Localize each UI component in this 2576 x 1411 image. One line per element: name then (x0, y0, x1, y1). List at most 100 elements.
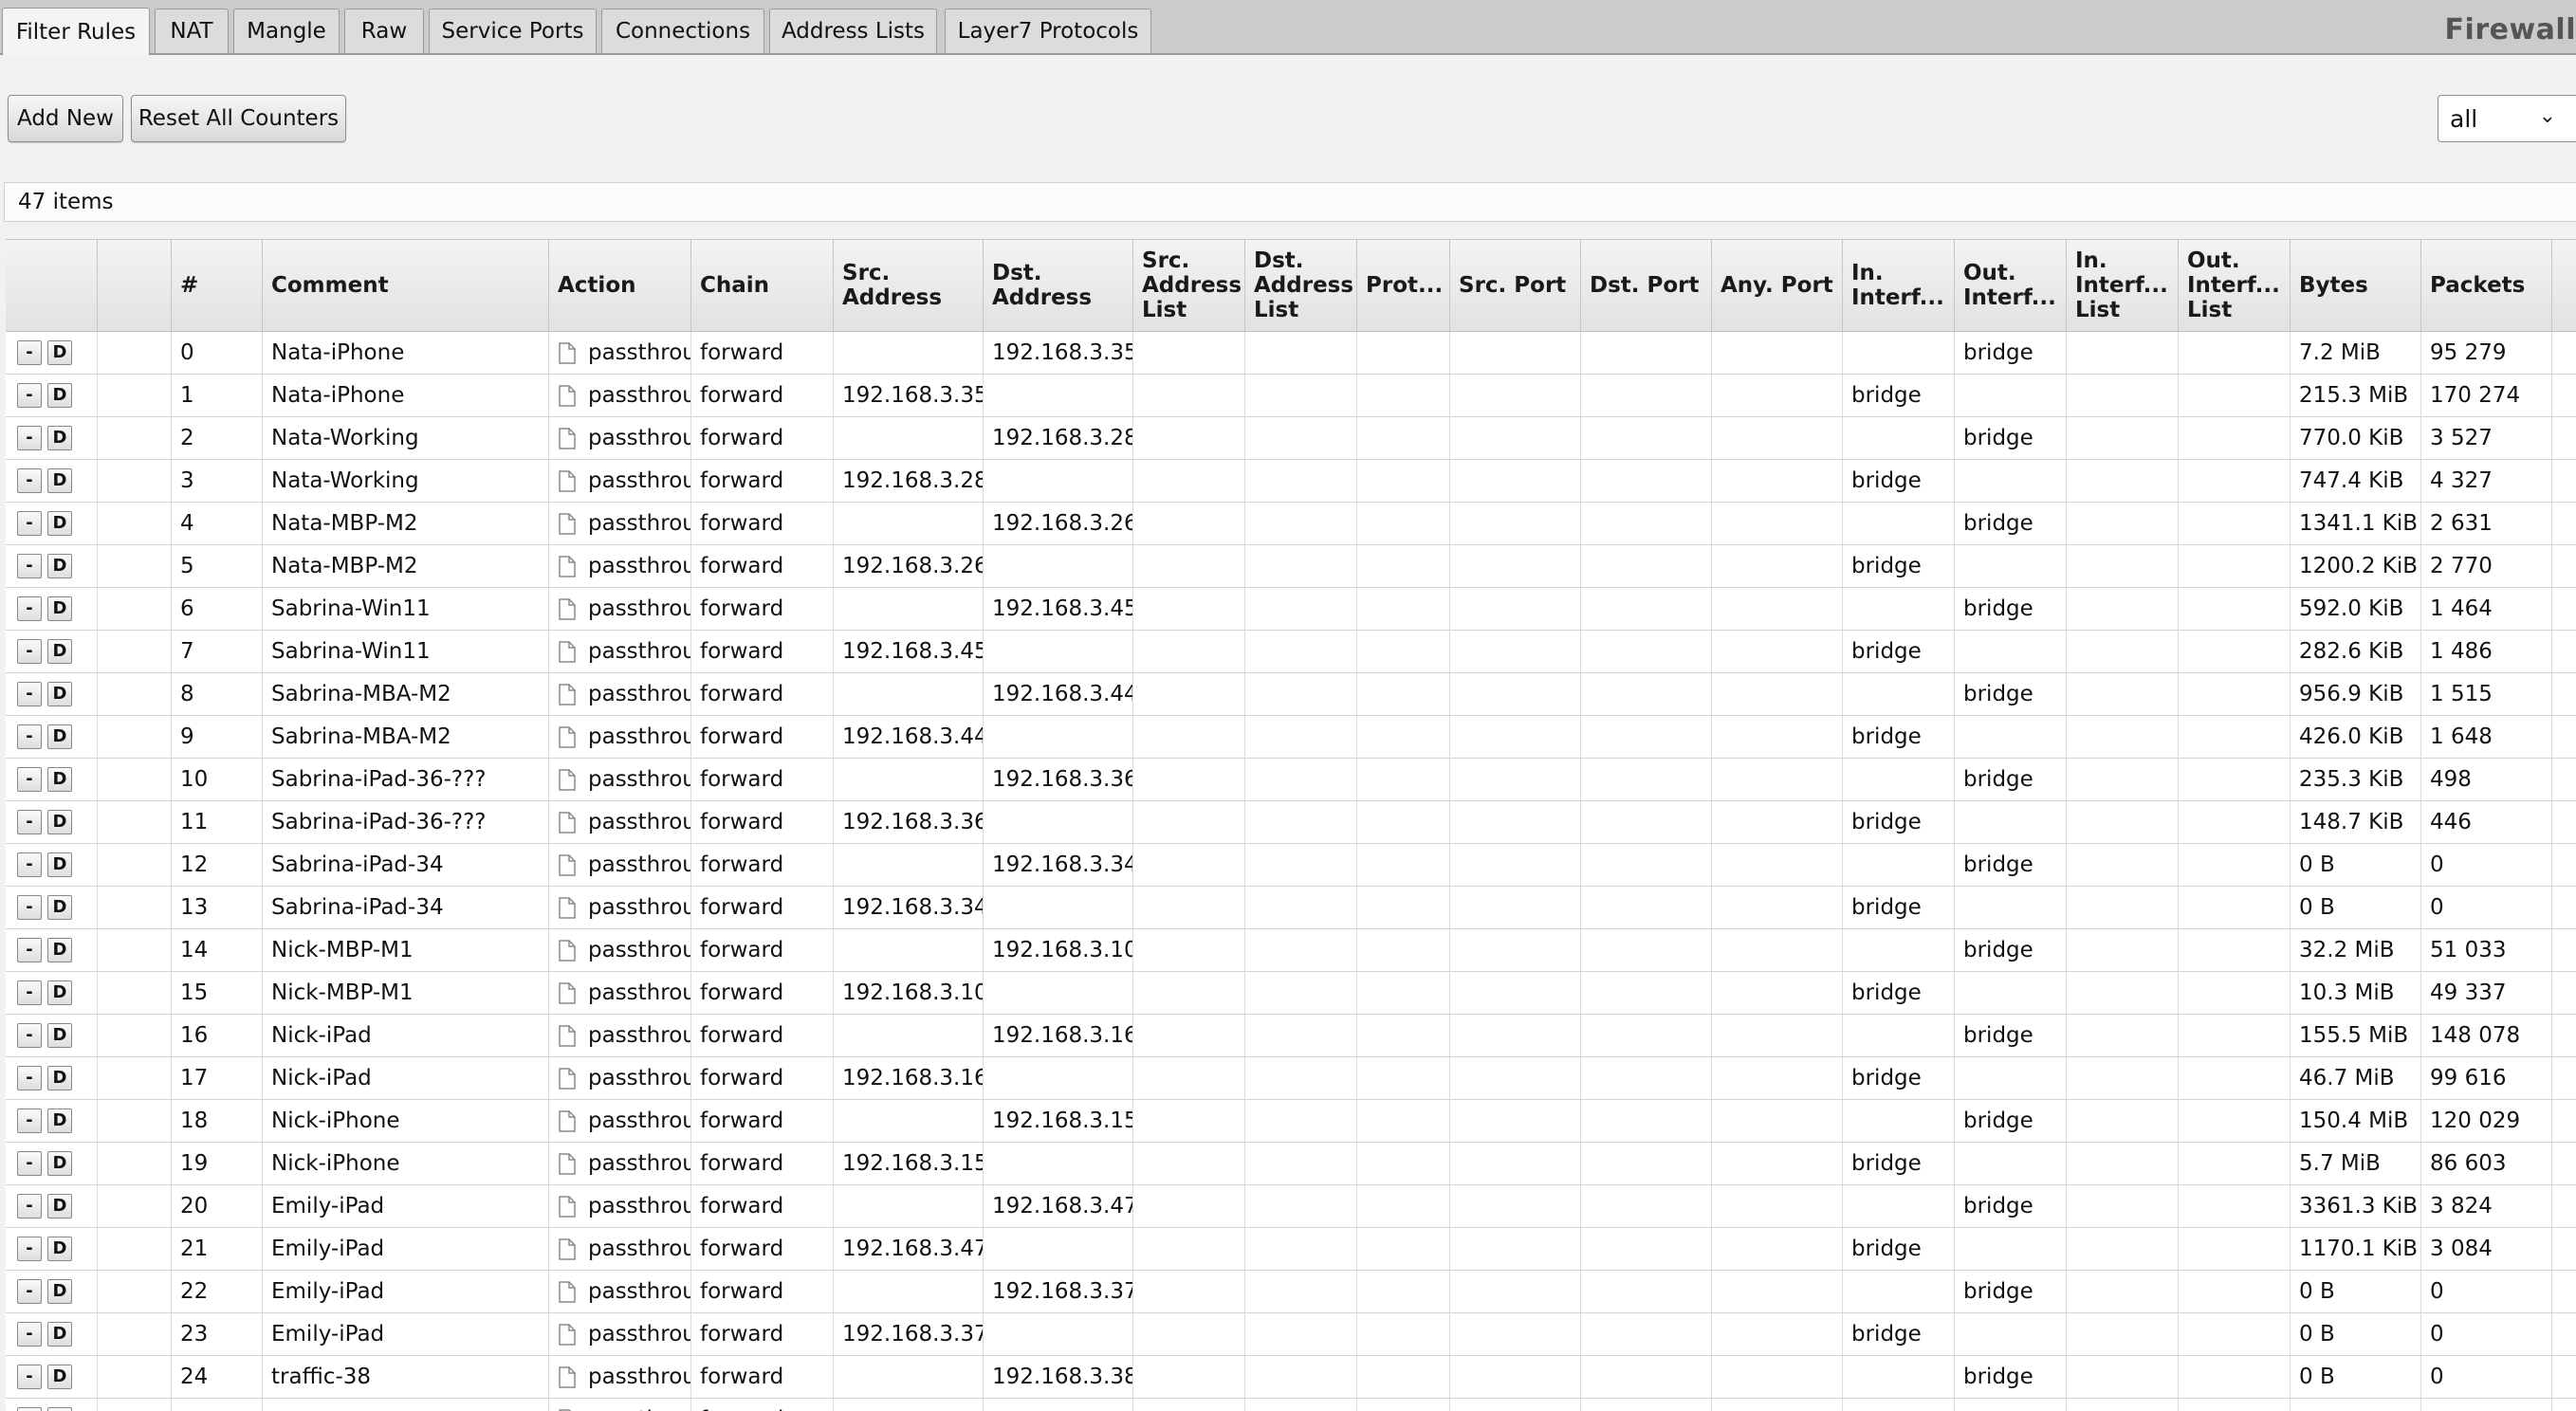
table-row[interactable]: -D 18Nick-iPhone passthroughforward 192.168… (6, 1100, 2576, 1143)
table-row[interactable]: -Dpassthroughforward (6, 1399, 2576, 1411)
add-new-button[interactable]: Add New (8, 95, 123, 142)
disable-rule-button[interactable]: D (47, 767, 72, 792)
column-header-in-interface-list[interactable]: In. Interf... List (2067, 240, 2179, 331)
remove-rule-button[interactable]: - (17, 596, 42, 621)
table-row[interactable]: -D 3Nata-Working passthroughforward192.168… (6, 460, 2576, 503)
remove-rule-button[interactable]: - (17, 1109, 42, 1133)
remove-rule-button[interactable]: - (17, 426, 42, 450)
filter-select[interactable]: all ⌄ (2438, 95, 2576, 142)
disable-rule-button[interactable]: D (47, 1407, 72, 1411)
reset-all-counters-button[interactable]: Reset All Counters (131, 95, 346, 142)
remove-rule-button[interactable]: - (17, 554, 42, 578)
remove-rule-button[interactable]: - (17, 639, 42, 664)
column-header-protocol[interactable]: Prot... (1357, 240, 1450, 331)
remove-rule-button[interactable]: - (17, 511, 42, 536)
tab-address-lists[interactable]: Address Lists (769, 9, 937, 53)
disable-rule-button[interactable]: D (47, 596, 72, 621)
disable-rule-button[interactable]: D (47, 426, 72, 450)
column-header-number[interactable]: # (172, 240, 263, 331)
remove-rule-button[interactable]: - (17, 1237, 42, 1261)
remove-rule-button[interactable]: - (17, 724, 42, 749)
column-header-packets[interactable]: Packets (2421, 240, 2552, 331)
table-row[interactable]: -D 7Sabrina-Win11 passthroughforward192.16… (6, 631, 2576, 673)
column-header-dst-address-list[interactable]: Dst. Address List (1245, 240, 1357, 331)
remove-rule-button[interactable]: - (17, 1023, 42, 1048)
remove-rule-button[interactable]: - (17, 1322, 42, 1347)
column-header-src-address[interactable]: Src. Address (834, 240, 984, 331)
disable-rule-button[interactable]: D (47, 980, 72, 1005)
remove-rule-button[interactable]: - (17, 383, 42, 408)
disable-rule-button[interactable]: D (47, 1194, 72, 1219)
remove-rule-button[interactable]: - (17, 468, 42, 493)
disable-rule-button[interactable]: D (47, 1023, 72, 1048)
column-header-bytes[interactable]: Bytes (2291, 240, 2421, 331)
disable-rule-button[interactable]: D (47, 1151, 72, 1176)
remove-rule-button[interactable]: - (17, 938, 42, 962)
table-row[interactable]: -D 15Nick-MBP-M1 passthroughforward192.168… (6, 972, 2576, 1015)
tab-raw[interactable]: Raw (344, 9, 424, 53)
disable-rule-button[interactable]: D (47, 511, 72, 536)
tab-layer7-protocols[interactable]: Layer7 Protocols (945, 9, 1151, 53)
disable-rule-button[interactable]: D (47, 895, 72, 920)
table-row[interactable]: -D 12Sabrina-iPad-34 passthroughforward 192… (6, 844, 2576, 887)
table-row[interactable]: -D 4Nata-MBP-M2 passthroughforward 192.168.… (6, 503, 2576, 545)
disable-rule-button[interactable]: D (47, 810, 72, 834)
remove-rule-button[interactable]: - (17, 682, 42, 706)
remove-rule-button[interactable]: - (17, 895, 42, 920)
table-row[interactable]: -D 9Sabrina-MBA-M2 passthroughforward192.1… (6, 716, 2576, 759)
disable-rule-button[interactable]: D (47, 1109, 72, 1133)
table-row[interactable]: -D 16Nick-iPad passthroughforward 192.168.3… (6, 1015, 2576, 1057)
table-row[interactable]: -D 17Nick-iPad passthroughforward192.168.3… (6, 1057, 2576, 1100)
column-header-dst-port[interactable]: Dst. Port (1581, 240, 1712, 331)
remove-rule-button[interactable]: - (17, 1066, 42, 1090)
table-row[interactable]: -D 0Nata-iPhone passthroughforward 192.168.… (6, 332, 2576, 375)
remove-rule-button[interactable]: - (17, 1194, 42, 1219)
column-header-src-port[interactable]: Src. Port (1450, 240, 1581, 331)
column-header-dst-address[interactable]: Dst. Address (984, 240, 1133, 331)
disable-rule-button[interactable]: D (47, 383, 72, 408)
disable-rule-button[interactable]: D (47, 1066, 72, 1090)
table-row[interactable]: -D 23Emily-iPad passthroughforward192.168.… (6, 1313, 2576, 1356)
remove-rule-button[interactable]: - (17, 767, 42, 792)
column-header-chain[interactable]: Chain (691, 240, 834, 331)
column-header-src-address-list[interactable]: Src. Address List (1133, 240, 1245, 331)
tab-nat[interactable]: NAT (155, 9, 229, 53)
remove-rule-button[interactable]: - (17, 1151, 42, 1176)
remove-rule-button[interactable]: - (17, 340, 42, 365)
column-header-out-interface[interactable]: Out. Interf... (1955, 240, 2067, 331)
remove-rule-button[interactable]: - (17, 810, 42, 834)
table-row[interactable]: -D 22Emily-iPad passthroughforward 192.168.… (6, 1271, 2576, 1313)
tab-filter-rules[interactable]: Filter Rules (2, 8, 150, 55)
column-header-action[interactable]: Action (549, 240, 691, 331)
disable-rule-button[interactable]: D (47, 852, 72, 877)
remove-rule-button[interactable]: - (17, 852, 42, 877)
table-row[interactable]: -D 14Nick-MBP-M1 passthroughforward 192.168… (6, 929, 2576, 972)
disable-rule-button[interactable]: D (47, 938, 72, 962)
table-row[interactable]: -D 24traffic-38 passthroughforward 192.168.… (6, 1356, 2576, 1399)
remove-rule-button[interactable]: - (17, 1365, 42, 1389)
disable-rule-button[interactable]: D (47, 1237, 72, 1261)
table-row[interactable]: -D 8Sabrina-MBA-M2 passthroughforward 192.1… (6, 673, 2576, 716)
table-row[interactable]: -D 5Nata-MBP-M2 passthroughforward192.168.… (6, 545, 2576, 588)
column-header-in-interface[interactable]: In. Interf... (1843, 240, 1955, 331)
disable-rule-button[interactable]: D (47, 682, 72, 706)
remove-rule-button[interactable]: - (17, 1279, 42, 1304)
table-row[interactable]: -D 13Sabrina-iPad-34 passthroughforward192… (6, 887, 2576, 929)
column-header-comment[interactable]: Comment (263, 240, 549, 331)
tab-connections[interactable]: Connections (601, 9, 764, 53)
disable-rule-button[interactable]: D (47, 554, 72, 578)
disable-rule-button[interactable]: D (47, 468, 72, 493)
disable-rule-button[interactable]: D (47, 639, 72, 664)
table-row[interactable]: -D 21Emily-iPad passthroughforward192.168.… (6, 1228, 2576, 1271)
table-row[interactable]: -D 6Sabrina-Win11 passthroughforward 192.16… (6, 588, 2576, 631)
table-row[interactable]: -D 20Emily-iPad passthroughforward 192.168.… (6, 1185, 2576, 1228)
tab-mangle[interactable]: Mangle (233, 9, 340, 53)
disable-rule-button[interactable]: D (47, 340, 72, 365)
disable-rule-button[interactable]: D (47, 1279, 72, 1304)
table-row[interactable]: -D 2Nata-Working passthroughforward 192.168… (6, 417, 2576, 460)
table-row[interactable]: -D 1Nata-iPhone passthroughforward192.168.… (6, 375, 2576, 417)
tab-service-ports[interactable]: Service Ports (429, 9, 597, 53)
column-header-any-port[interactable]: Any. Port (1712, 240, 1843, 331)
disable-rule-button[interactable]: D (47, 1365, 72, 1389)
column-header-out-interface-list[interactable]: Out. Interf... List (2179, 240, 2291, 331)
